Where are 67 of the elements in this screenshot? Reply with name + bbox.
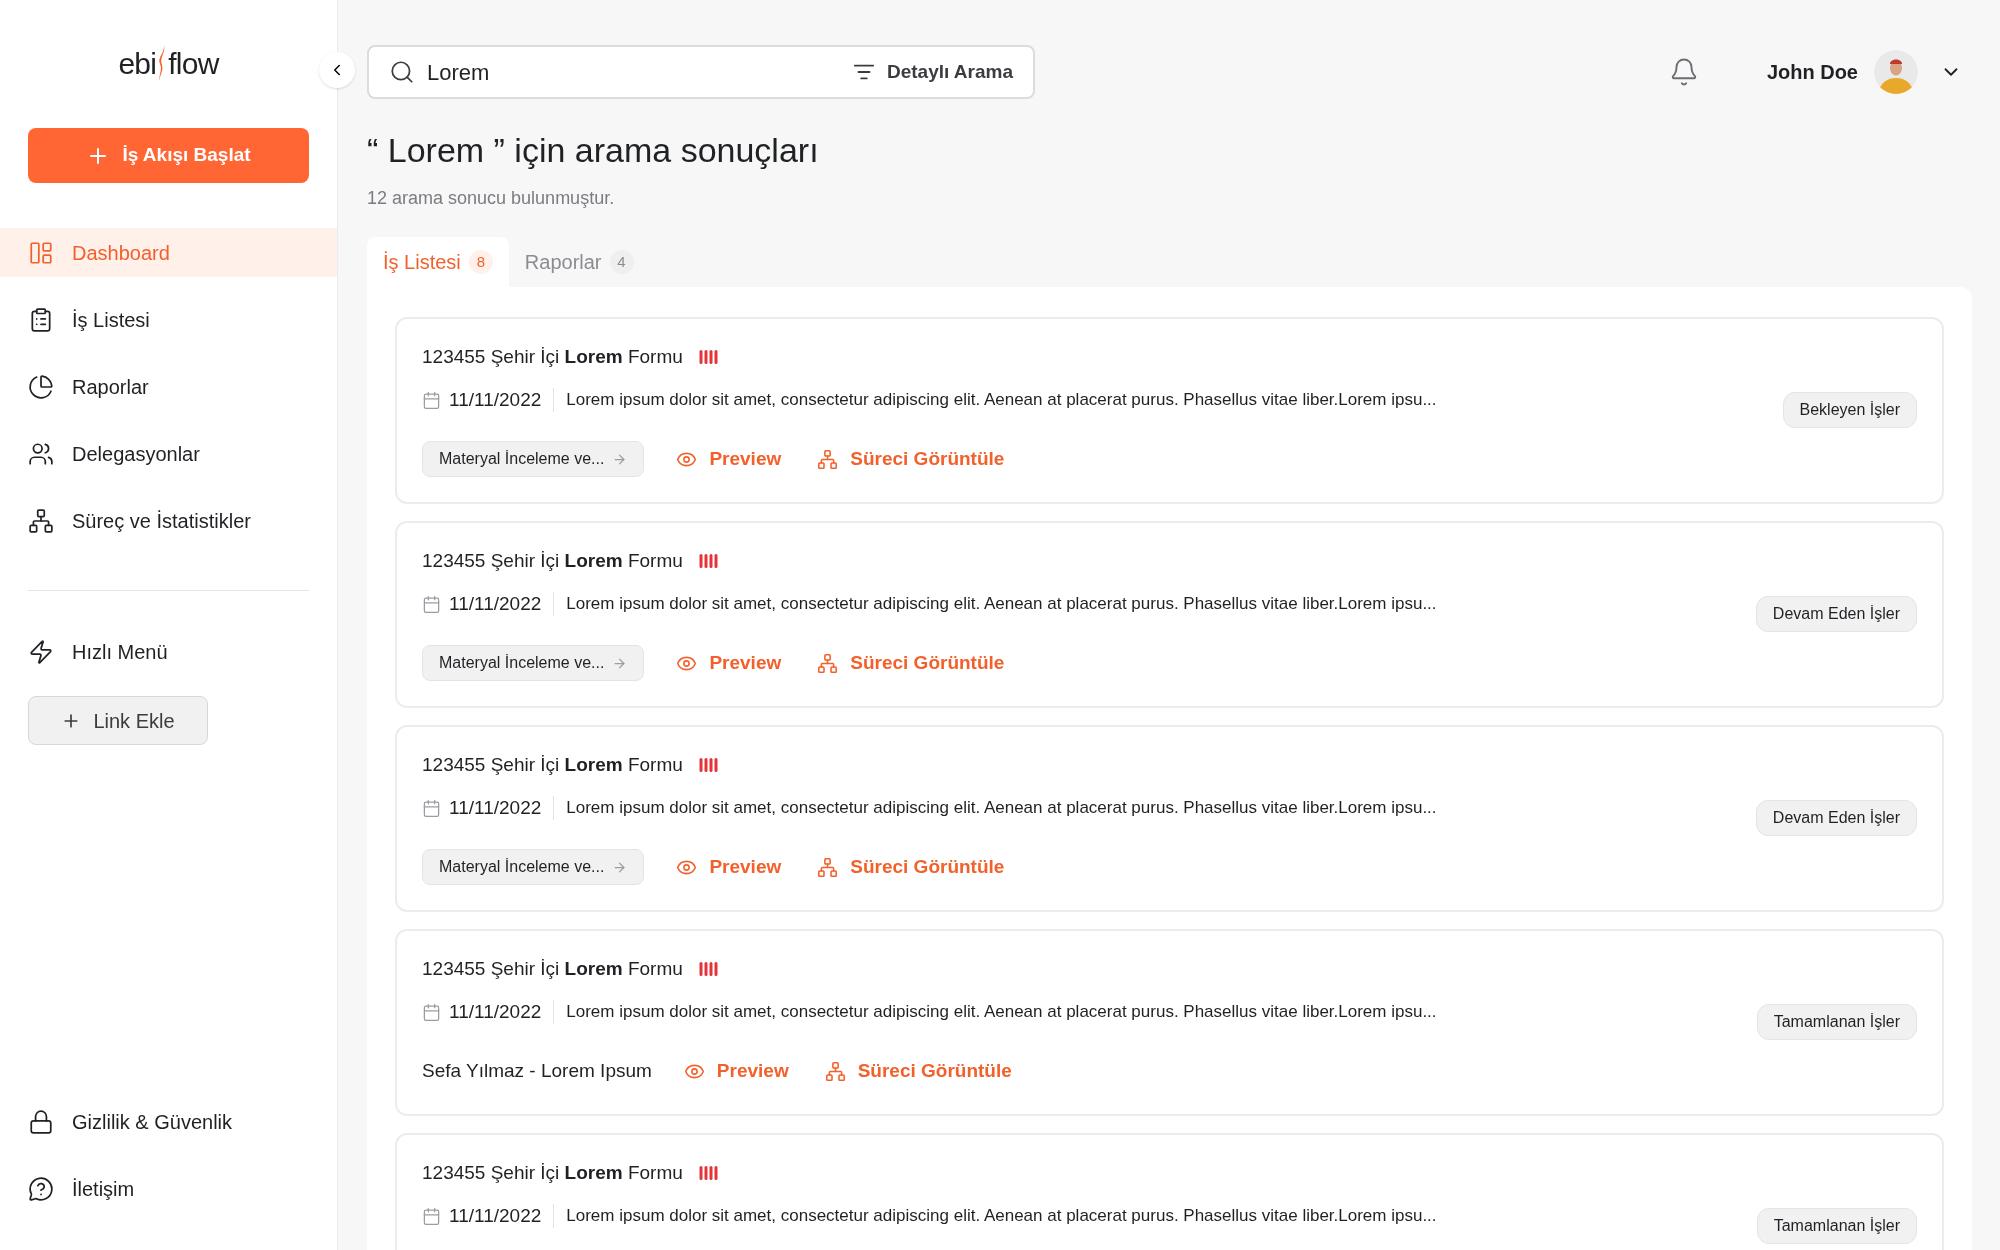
- search-icon: [389, 59, 415, 85]
- step-chip[interactable]: Materyal İnceleme ve...: [422, 441, 645, 477]
- count-badge: 4: [609, 250, 634, 274]
- clipboard-icon: [28, 306, 54, 333]
- results-title: “ Lorem ” için arama sonuçları: [367, 130, 820, 170]
- calendar-icon: [422, 798, 441, 818]
- lock-icon: [28, 1108, 54, 1135]
- status-tag: Bekleyen İşler: [1782, 392, 1917, 428]
- status-tag: Tamamlanan İşler: [1756, 1004, 1917, 1040]
- network-icon: [817, 856, 839, 878]
- quick-menu-label: Hızlı Menü: [72, 640, 168, 665]
- calendar-icon: [422, 390, 441, 410]
- card-date: 11/11/2022: [449, 1203, 542, 1228]
- network-icon: [28, 507, 54, 534]
- layout-icon: [28, 239, 54, 266]
- card-title: 123455 Şehir İçi Lorem Formu: [422, 752, 683, 777]
- network-icon: [817, 448, 839, 470]
- card-date: 11/11/2022: [449, 795, 542, 820]
- priority-icon: [698, 757, 719, 773]
- nav-item[interactable]: İletişim: [0, 1164, 337, 1213]
- user-name: John Doe: [1766, 60, 1858, 85]
- priority-icon: [698, 349, 719, 365]
- card-description: Lorem ipsum dolor sit amet, consectetur adipiscing elit. Aenean at placerat purus. Phasellus vitae liber.Lorem ipsu...: [566, 1001, 1437, 1024]
- nav-item[interactable]: Delegasyonlar: [0, 429, 337, 478]
- card-title: 123455 Şehir İçi Lorem Formu: [422, 344, 683, 369]
- assignee-text: Sefa Yılmaz - Lorem Ipsum: [422, 1058, 652, 1083]
- card-description: Lorem ipsum dolor sit amet, consectetur adipiscing elit. Aenean at placerat purus. Phasellus vitae liber.Lorem ipsu...: [566, 797, 1437, 820]
- step-chip[interactable]: Materyal İnceleme ve...: [422, 645, 645, 681]
- search-field[interactable]: Lorem Detaylı Arama: [367, 45, 1035, 99]
- card-description: Lorem ipsum dolor sit amet, consectetur adipiscing elit. Aenean at placerat purus. Phasellus vitae liber.Lorem ipsu...: [566, 593, 1437, 616]
- status-tag: Devam Eden İşler: [1755, 596, 1917, 632]
- logo-text: flow: [168, 45, 219, 82]
- add-link-button[interactable]: Link Ekle: [28, 696, 208, 745]
- network-icon: [824, 1060, 846, 1082]
- status-tag: Tamamlanan İşler: [1756, 1208, 1917, 1244]
- calendar-icon: [422, 1002, 441, 1022]
- nav-item[interactable]: Süreç ve İstatistikler: [0, 496, 337, 545]
- nav-item[interactable]: Gizlilik & Güvenlik: [0, 1097, 337, 1146]
- pie-chart-icon: [28, 373, 54, 400]
- priority-icon: [698, 961, 719, 977]
- card-title: 123455 Şehir İçi Lorem Formu: [422, 548, 683, 573]
- nav-item[interactable]: İş Listesi: [0, 295, 337, 344]
- arrow-right-icon: [612, 451, 628, 467]
- network-icon: [817, 652, 839, 674]
- nav-item[interactable]: Raporlar: [0, 362, 337, 411]
- step-chip[interactable]: Materyal İnceleme ve...: [422, 849, 645, 885]
- count-badge: 8: [468, 250, 493, 274]
- card-date: 11/11/2022: [449, 999, 542, 1024]
- card-date: 11/11/2022: [449, 387, 542, 412]
- card-description: Lorem ipsum dolor sit amet, consectetur adipiscing elit. Aenean at placerat purus. Phasellus vitae liber.Lorem ipsu...: [566, 1205, 1437, 1228]
- question-icon: [28, 1175, 54, 1202]
- calendar-icon: [422, 1206, 441, 1226]
- logo-text: ebi: [118, 45, 157, 82]
- arrow-right-icon: [612, 859, 628, 875]
- card-date: 11/11/2022: [449, 591, 542, 616]
- priority-icon: [698, 1165, 719, 1181]
- results-count: 12 arama sonucu bulunmuştur.: [367, 187, 616, 209]
- card-description: Lorem ipsum dolor sit amet, consectetur adipiscing elit. Aenean at placerat purus. Phasellus vitae liber.Lorem ipsu...: [566, 389, 1437, 412]
- card-title: 123455 Şehir İçi Lorem Formu: [422, 956, 683, 981]
- status-tag: Devam Eden İşler: [1755, 800, 1917, 836]
- priority-icon: [698, 553, 719, 569]
- advanced-search-button[interactable]: Detaylı Arama: [852, 57, 1013, 87]
- calendar-icon: [422, 594, 441, 614]
- lightning-icon: [28, 639, 54, 665]
- users-icon: [28, 440, 54, 467]
- card-title: 123455 Şehir İçi Lorem Formu: [422, 1160, 683, 1185]
- arrow-right-icon: [612, 655, 628, 671]
